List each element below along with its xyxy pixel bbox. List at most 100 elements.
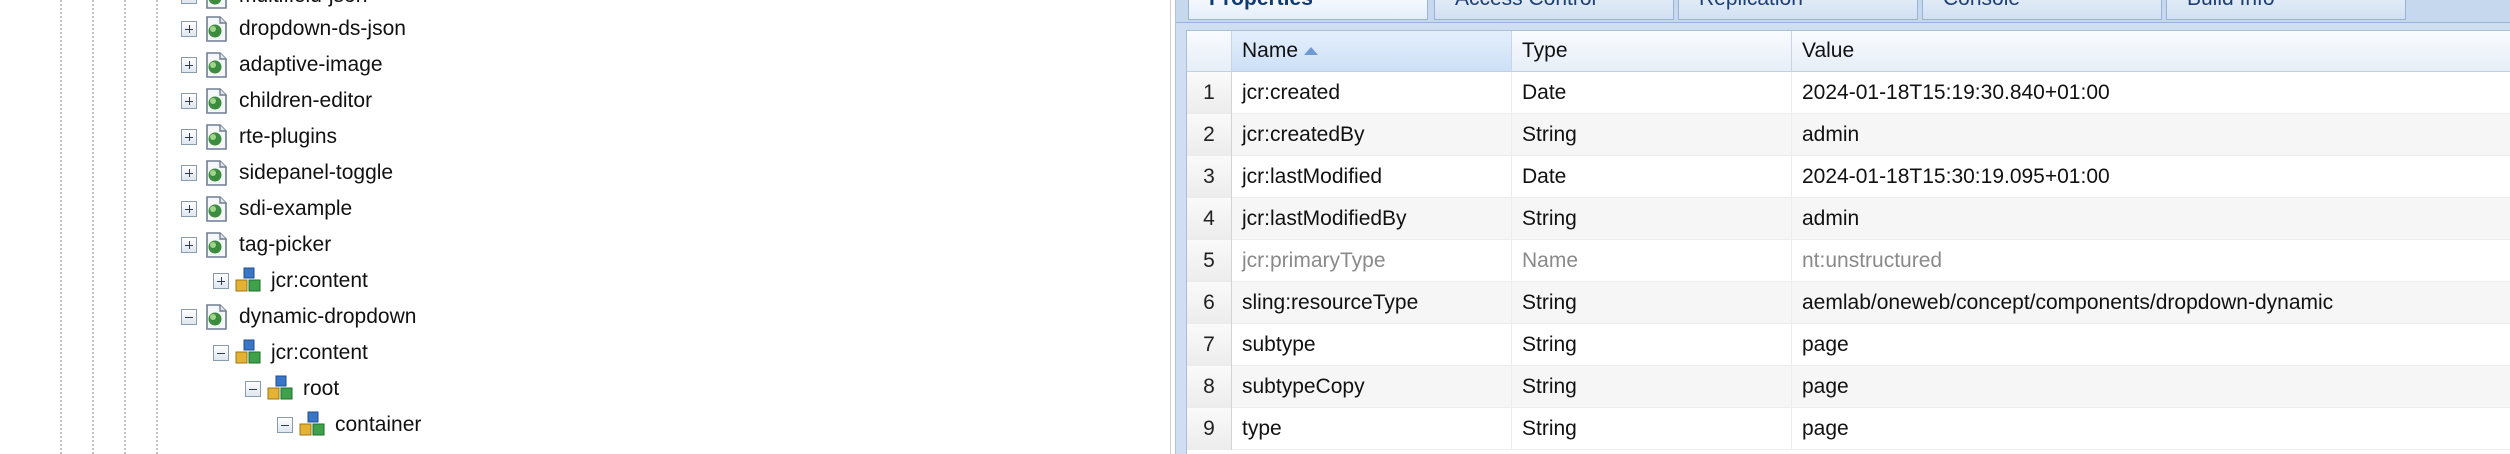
tab-replication[interactable]: Replication (1678, 0, 1918, 20)
page-node-icon (206, 304, 227, 330)
tree-node[interactable]: jcr:content (213, 263, 368, 299)
property-name-cell[interactable]: jcr:created (1232, 72, 1512, 114)
tab-properties[interactable]: Properties (1188, 0, 1428, 20)
property-name-cell[interactable]: sling:resourceType (1232, 282, 1512, 324)
property-type-cell[interactable]: Date (1512, 72, 1792, 114)
tree-node-label: adaptive-image (239, 53, 383, 76)
property-type-cell[interactable]: String (1512, 324, 1792, 366)
expand-icon[interactable] (213, 273, 229, 289)
rownum-header (1187, 31, 1232, 71)
page-node-icon (206, 232, 227, 258)
tree-node[interactable]: adaptive-image (181, 47, 383, 83)
row-number: 7 (1187, 324, 1232, 366)
collapse-icon[interactable] (245, 381, 261, 397)
property-type-cell[interactable]: String (1512, 282, 1792, 324)
tree-node[interactable]: dropdown-ds-json (181, 11, 406, 47)
table-row[interactable]: 1 jcr:created Date 2024-01-18T15:19:30.840+… (1187, 72, 2510, 114)
expand-icon[interactable] (181, 237, 197, 253)
page-node-icon (206, 52, 227, 78)
row-number: 4 (1187, 198, 1232, 240)
property-value-cell[interactable]: aemlab/oneweb/concept/components/dropdow… (1792, 282, 2510, 324)
table-row[interactable]: 3 jcr:lastModified Date 2024-01-18T15:30:19… (1187, 156, 2510, 198)
property-value-cell[interactable]: admin (1792, 114, 2510, 156)
property-value-cell[interactable]: 2024-01-18T15:30:19.095+01:00 (1792, 156, 2510, 198)
row-number: 9 (1187, 408, 1232, 450)
property-type-cell[interactable]: String (1512, 366, 1792, 408)
collapse-icon[interactable] (181, 309, 197, 325)
tree-guide-line (92, 0, 94, 454)
table-row[interactable]: 4 jcr:lastModifiedBy String admin (1187, 198, 2510, 240)
page-node-icon (206, 196, 227, 222)
property-value-cell[interactable]: page (1792, 408, 2510, 450)
property-type-cell[interactable]: Date (1512, 156, 1792, 198)
expand-icon[interactable] (181, 93, 197, 109)
property-value-cell[interactable]: 2024-01-18T15:19:30.840+01:00 (1792, 72, 2510, 114)
column-header-name[interactable]: Name (1232, 31, 1512, 71)
expand-icon[interactable] (181, 129, 197, 145)
tab-build-info[interactable]: Build Info (2166, 0, 2406, 20)
property-value-cell[interactable]: admin (1792, 198, 2510, 240)
column-header-type[interactable]: Type (1512, 31, 1792, 71)
property-name-cell[interactable]: jcr:createdBy (1232, 114, 1512, 156)
property-name-cell[interactable]: jcr:primaryType (1232, 240, 1512, 282)
expand-icon[interactable] (181, 201, 197, 217)
repository-tree: multifield-json dropdown-ds-json adaptive… (0, 0, 1170, 454)
tree-node[interactable]: rte-plugins (181, 119, 337, 155)
property-type-cell[interactable]: Name (1512, 240, 1792, 282)
page-node-icon (206, 124, 227, 150)
property-type-cell[interactable]: String (1512, 408, 1792, 450)
tree-node[interactable]: sdi-example (181, 191, 352, 227)
content-node-icon (267, 375, 293, 400)
tree-node[interactable]: jcr:content (213, 335, 368, 371)
content-node-icon (235, 267, 261, 292)
property-name-cell[interactable]: type (1232, 408, 1512, 450)
properties-panel: Properties Access Control Replication Co… (1176, 0, 2510, 454)
property-value-cell[interactable]: nt:unstructured (1792, 240, 2510, 282)
column-header-value[interactable]: Value (1792, 31, 2510, 71)
collapse-icon[interactable] (277, 417, 293, 433)
table-row[interactable]: 6 sling:resourceType String aemlab/oneweb/c… (1187, 282, 2510, 324)
tree-node[interactable]: dynamic-dropdown (181, 299, 416, 335)
page-node-icon (206, 0, 227, 9)
expand-icon[interactable] (181, 21, 197, 37)
tree-node[interactable]: container (277, 407, 421, 443)
property-type-cell[interactable]: String (1512, 198, 1792, 240)
table-row[interactable]: 2 jcr:createdBy String admin (1187, 114, 2510, 156)
table-row[interactable]: 7 subtype String page (1187, 324, 2510, 366)
table-row[interactable]: 5 jcr:primaryType Name nt:unstructured (1187, 240, 2510, 282)
content-node-icon (235, 339, 261, 364)
row-number: 1 (1187, 72, 1232, 114)
tree-node[interactable]: children-editor (181, 83, 372, 119)
row-number: 8 (1187, 366, 1232, 408)
tab-access-control[interactable]: Access Control (1434, 0, 1674, 20)
property-name-cell[interactable]: jcr:lastModifiedBy (1232, 198, 1512, 240)
expand-icon[interactable] (181, 0, 197, 4)
tree-node-label: root (303, 377, 340, 400)
tree-node-label: multifield-json (239, 0, 367, 8)
tree-node-label: jcr:content (271, 341, 368, 364)
property-name-cell[interactable]: subtype (1232, 324, 1512, 366)
property-name-cell[interactable]: jcr:lastModified (1232, 156, 1512, 198)
tree-guide-line (156, 0, 158, 454)
tab-bar: Properties Access Control Replication Co… (1176, 0, 2510, 23)
collapse-icon[interactable] (213, 345, 229, 361)
table-row[interactable]: 8 subtypeCopy String page (1187, 366, 2510, 408)
column-header-label: Name (1242, 39, 1299, 62)
property-value-cell[interactable]: page (1792, 324, 2510, 366)
tab-console[interactable]: Console (1922, 0, 2162, 20)
column-header-label: Type (1522, 39, 1568, 62)
column-header-label: Value (1802, 39, 1855, 62)
expand-icon[interactable] (181, 57, 197, 73)
tree-node[interactable]: sidepanel-toggle (181, 155, 393, 191)
sort-ascending-icon (1304, 47, 1319, 55)
row-number: 2 (1187, 114, 1232, 156)
page-node-icon (206, 160, 227, 186)
property-value-cell[interactable]: page (1792, 366, 2510, 408)
property-type-cell[interactable]: String (1512, 114, 1792, 156)
tree-node[interactable]: tag-picker (181, 227, 331, 263)
table-row[interactable]: 9 type String page (1187, 408, 2510, 450)
expand-icon[interactable] (181, 165, 197, 181)
tree-node[interactable]: root (245, 371, 339, 407)
page-node-icon (206, 16, 227, 42)
property-name-cell[interactable]: subtypeCopy (1232, 366, 1512, 408)
